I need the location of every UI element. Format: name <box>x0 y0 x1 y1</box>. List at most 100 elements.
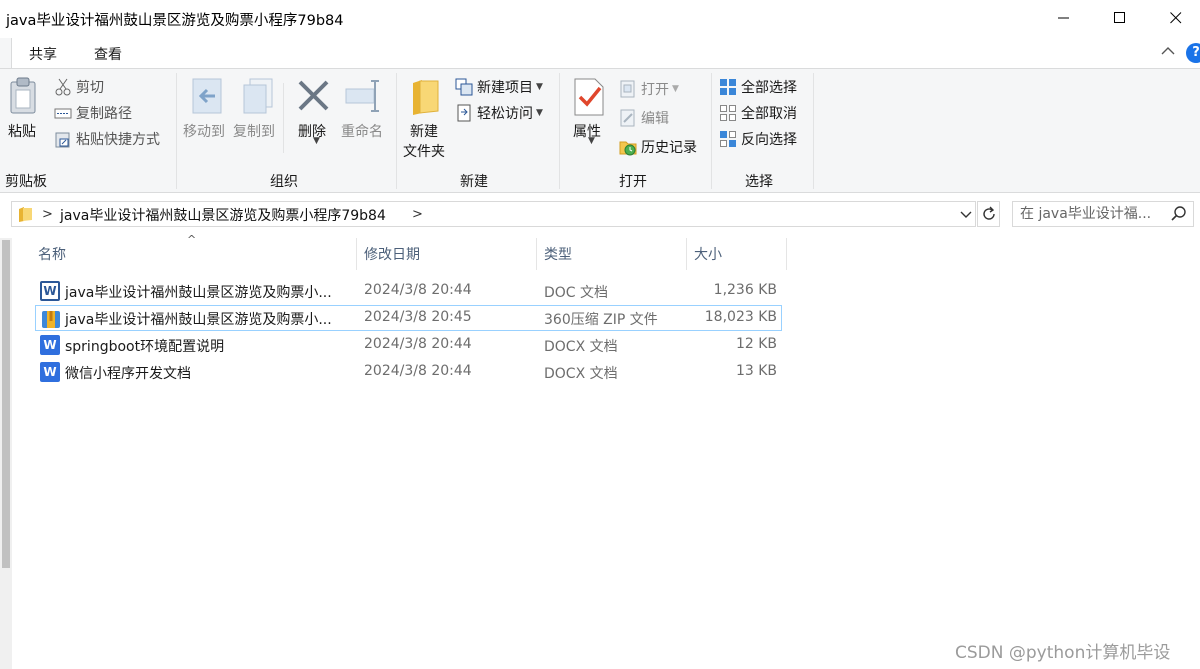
select-none-button[interactable]: 全部取消 <box>719 102 797 124</box>
group-divider <box>396 73 397 189</box>
file-name: java毕业设计福州鼓山景区游览及购票小... <box>65 285 332 301</box>
column-header-type[interactable]: 类型 <box>537 238 687 270</box>
group-divider <box>813 73 814 189</box>
group-label-organize: 组织 <box>270 174 298 190</box>
open-icon <box>619 80 637 98</box>
column-name-label: 名称 <box>38 247 66 263</box>
chevron-right-icon[interactable]: > <box>412 207 423 222</box>
file-name: 微信小程序开发文档 <box>65 366 191 382</box>
maximize-button[interactable] <box>1092 0 1148 36</box>
ribbon: 粘贴 剪切 复制路径 粘贴快捷方式 剪贴板 移动到 复制到 删除 ▼ 重命名 组… <box>0 68 1200 193</box>
tab-share[interactable]: 共享 <box>29 44 57 64</box>
file-row[interactable]: W java毕业设计福州鼓山景区游览及购票小... 2024/3/8 20:44… <box>35 278 782 304</box>
file-size: 18,023 KB <box>704 309 777 325</box>
move-to-button[interactable]: 移动到 <box>183 121 225 141</box>
scissors-icon <box>54 78 72 96</box>
help-icon[interactable]: ? <box>1186 43 1200 63</box>
new-folder-icon[interactable] <box>410 77 442 117</box>
invert-selection-button[interactable]: 反向选择 <box>719 128 797 150</box>
chevron-down-icon: ▼ <box>672 84 679 94</box>
copy-to-button[interactable]: 复制到 <box>233 121 275 141</box>
group-divider <box>711 73 712 189</box>
edit-button[interactable]: 编辑 <box>619 107 669 129</box>
cut-label: 剪切 <box>76 80 104 96</box>
refresh-button[interactable] <box>977 201 1000 227</box>
paste-button[interactable]: 粘贴 <box>8 121 36 141</box>
group-label-select: 选择 <box>745 174 773 190</box>
word-docx-icon: W <box>40 362 60 382</box>
minimize-icon <box>1058 17 1069 19</box>
column-modified-label: 修改日期 <box>364 247 420 263</box>
move-to-icon[interactable] <box>191 77 225 117</box>
breadcrumb[interactable]: java毕业设计福州鼓山景区游览及购票小程序79b84 <box>60 205 386 225</box>
paste-shortcut-label: 粘贴快捷方式 <box>76 132 160 148</box>
file-type: 360压缩 ZIP 文件 <box>544 312 658 328</box>
file-type: DOCX 文档 <box>544 366 618 382</box>
zip-archive-icon <box>42 311 60 328</box>
word-docx-icon: W <box>40 335 60 355</box>
collapse-ribbon-icon[interactable] <box>1161 46 1175 56</box>
file-size: 12 KB <box>735 336 777 352</box>
copy-path-button[interactable]: 复制路径 <box>54 102 132 124</box>
address-bar[interactable]: > java毕业设计福州鼓山景区游览及购票小程序79b84 > <box>11 201 976 227</box>
chevron-down-icon[interactable] <box>959 205 973 223</box>
group-divider <box>559 73 560 189</box>
file-row[interactable]: W 微信小程序开发文档 2024/3/8 20:44 DOCX 文档 13 KB <box>35 359 782 385</box>
paste-shortcut-button[interactable]: 粘贴快捷方式 <box>54 128 160 150</box>
minimize-button[interactable] <box>1036 0 1092 36</box>
search-input[interactable] <box>1013 202 1168 226</box>
invert-selection-label: 反向选择 <box>741 132 797 148</box>
copy-path-label: 复制路径 <box>76 106 132 122</box>
file-row[interactable]: java毕业设计福州鼓山景区游览及购票小... 2024/3/8 20:45 3… <box>35 305 782 331</box>
properties-icon[interactable] <box>573 77 605 117</box>
word-doc-icon: W <box>40 281 60 301</box>
title-bar: java毕业设计福州鼓山景区游览及购票小程序79b84 <box>0 0 1200 36</box>
edit-label: 编辑 <box>641 111 669 127</box>
close-button[interactable] <box>1148 0 1200 36</box>
ribbon-tab-bar: 共享 查看 <box>0 36 1200 68</box>
paste-icon[interactable] <box>9 77 39 115</box>
delete-dropdown-icon[interactable]: ▼ <box>313 136 320 146</box>
new-item-icon <box>455 78 473 96</box>
navigation-scrollbar[interactable] <box>0 238 12 669</box>
file-name: springboot环境配置说明 <box>65 339 225 355</box>
new-folder-line1[interactable]: 新建 <box>410 121 438 141</box>
delete-button[interactable]: 删除 <box>298 121 326 141</box>
easy-access-button[interactable]: 轻松访问 ▼ <box>455 102 543 124</box>
tab-home-edge[interactable] <box>0 38 12 68</box>
chevron-right-icon[interactable]: > <box>42 207 53 222</box>
properties-button[interactable]: 属性 <box>573 121 601 141</box>
new-item-button[interactable]: 新建项目 ▼ <box>455 76 543 98</box>
file-type: DOC 文档 <box>544 285 609 301</box>
select-none-label: 全部取消 <box>741 106 797 122</box>
file-row[interactable]: W springboot环境配置说明 2024/3/8 20:44 DOCX 文… <box>35 332 782 358</box>
select-all-button[interactable]: 全部选择 <box>719 76 797 98</box>
rename-icon[interactable] <box>344 77 384 115</box>
properties-dropdown-icon[interactable]: ▼ <box>588 136 595 146</box>
easy-access-label: 轻松访问 <box>477 106 533 122</box>
file-size: 13 KB <box>735 363 777 379</box>
easy-access-icon <box>455 104 473 122</box>
scrollbar-thumb[interactable] <box>2 240 10 568</box>
column-header-modified[interactable]: 修改日期 <box>357 238 537 270</box>
group-label-open: 打开 <box>619 174 647 190</box>
tab-view[interactable]: 查看 <box>94 44 122 64</box>
chevron-down-icon: ▼ <box>536 82 543 92</box>
history-icon <box>619 138 637 156</box>
copy-path-icon <box>54 104 72 122</box>
refresh-icon <box>982 206 995 220</box>
history-button[interactable]: 历史记录 <box>619 136 697 158</box>
search-icon[interactable] <box>1171 206 1187 222</box>
cut-button[interactable]: 剪切 <box>54 76 104 98</box>
column-header-size[interactable]: 大小 <box>687 238 787 270</box>
search-box[interactable] <box>1012 201 1194 227</box>
new-folder-line2[interactable]: 文件夹 <box>403 141 445 161</box>
delete-icon[interactable] <box>297 79 331 113</box>
file-modified: 2024/3/8 20:45 <box>364 309 472 325</box>
chevron-down-icon: ▼ <box>536 108 543 118</box>
edit-icon <box>619 109 637 127</box>
open-label: 打开 <box>641 82 669 98</box>
copy-to-icon[interactable] <box>242 77 276 117</box>
open-button[interactable]: 打开 ▼ <box>619 78 679 100</box>
rename-button[interactable]: 重命名 <box>341 121 383 141</box>
